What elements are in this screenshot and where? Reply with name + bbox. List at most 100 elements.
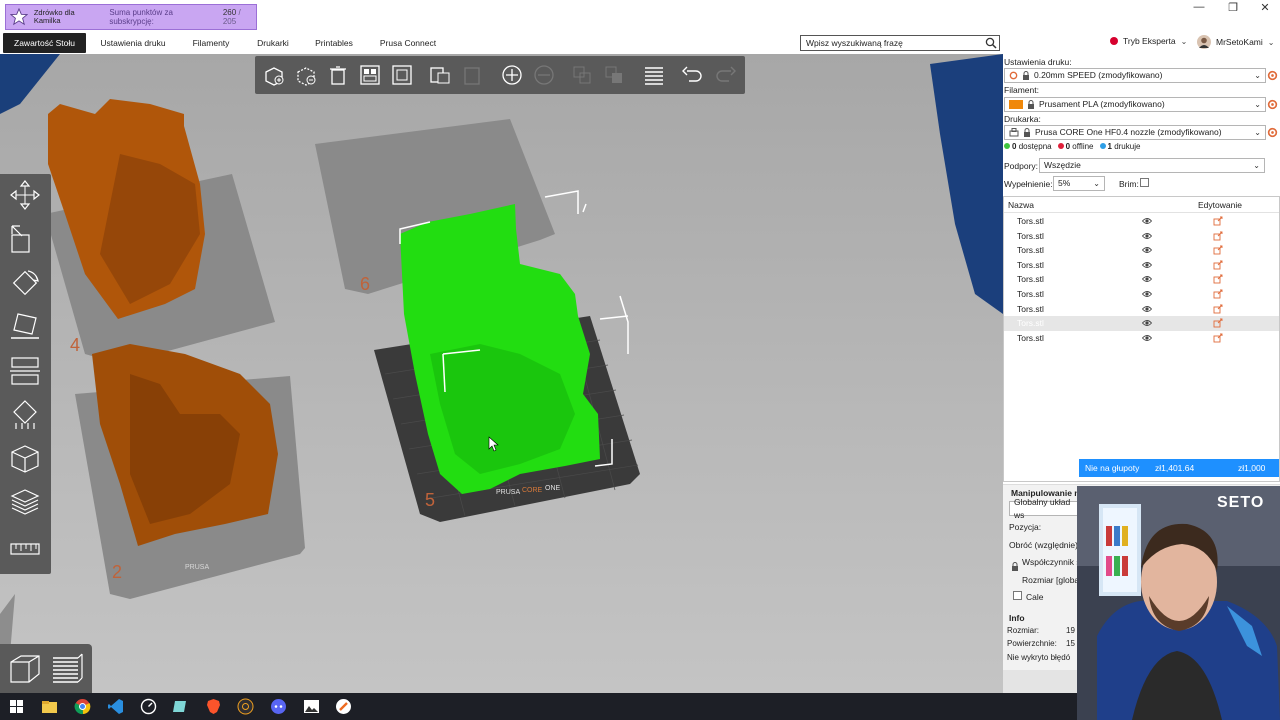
supports-combo[interactable]: Wszędzie ⌄ (1039, 158, 1265, 173)
search-icon[interactable] (985, 37, 997, 49)
place-on-face-icon[interactable] (8, 310, 42, 344)
object-row[interactable]: Tors.stl (1004, 214, 1279, 229)
settings-gear-icon[interactable] (1267, 127, 1278, 138)
edit-settings-icon[interactable] (1213, 216, 1223, 226)
printer-combo[interactable]: Prusa CORE One HF0.4 nozzle (zmodyfikowa… (1004, 125, 1266, 140)
edit-settings-icon[interactable] (1213, 245, 1223, 255)
prusaslicer-icon[interactable] (335, 698, 352, 715)
settings-gear-icon[interactable] (1267, 70, 1278, 81)
inches-checkbox[interactable] (1013, 591, 1022, 600)
visibility-eye-icon[interactable] (1142, 319, 1152, 327)
chevron-down-icon: ⌄ (1093, 179, 1100, 188)
delete-all-icon[interactable] (327, 64, 349, 86)
notes-icon[interactable] (172, 698, 189, 715)
3d-viewport[interactable]: 4 2 PRUSA 6 5 PRUSA CORE ONE (0, 54, 1003, 693)
paste-icon[interactable] (461, 64, 483, 86)
split-parts-icon[interactable] (603, 64, 625, 86)
undo-icon[interactable] (681, 64, 703, 86)
filament-combo[interactable]: Prusament PLA (zmodyfikowano) ⌄ (1004, 97, 1266, 112)
file-explorer-icon[interactable] (41, 698, 58, 715)
edit-settings-icon[interactable] (1213, 333, 1223, 343)
chrome-icon[interactable] (74, 698, 91, 715)
column-edit-header[interactable]: Edytowanie (1198, 200, 1242, 210)
object-row[interactable]: Tors.stl (1004, 258, 1279, 273)
copy-icon[interactable] (429, 64, 451, 86)
object-row[interactable]: Tors.stl (1004, 316, 1279, 331)
arrange-selection-icon[interactable] (391, 64, 413, 86)
view-switcher (0, 644, 92, 693)
object-row[interactable]: Tors.stl (1004, 287, 1279, 302)
search-input[interactable]: Wpisz wyszukiwaną frazę (800, 35, 1000, 51)
remove-instance-icon[interactable] (533, 64, 555, 86)
visibility-eye-icon[interactable] (1142, 217, 1152, 225)
lock-icon[interactable] (1011, 562, 1019, 571)
3d-view-icon[interactable] (8, 652, 42, 686)
tab-printables[interactable]: Printables (310, 33, 358, 53)
photos-icon[interactable] (303, 698, 320, 715)
edit-settings-icon[interactable] (1213, 318, 1223, 328)
measure-icon[interactable] (8, 532, 42, 566)
expert-mode-button[interactable]: Tryb Eksperta ⌄ (1110, 36, 1187, 46)
arrange-icon[interactable] (359, 64, 381, 86)
visibility-eye-icon[interactable] (1142, 305, 1152, 313)
plate-number-5: 5 (425, 490, 435, 510)
variable-layer-height-icon[interactable] (8, 486, 42, 520)
tab-filaments[interactable]: Filamenty (185, 33, 237, 53)
visibility-eye-icon[interactable] (1142, 232, 1152, 240)
visibility-eye-icon[interactable] (1142, 275, 1152, 283)
brave-icon[interactable] (205, 698, 222, 715)
move-icon[interactable] (8, 178, 42, 212)
brim-checkbox[interactable] (1140, 178, 1149, 187)
speedtest-icon[interactable] (140, 698, 157, 715)
edit-settings-icon[interactable] (1213, 289, 1223, 299)
close-icon[interactable]: ✕ (1248, 0, 1280, 14)
minimize-icon[interactable]: — (1182, 0, 1216, 14)
tab-plater[interactable]: Zawartość Stołu (3, 33, 86, 53)
seam-painting-icon[interactable] (8, 442, 42, 476)
paint-supports-icon[interactable] (8, 398, 42, 432)
edit-settings-icon[interactable] (1213, 304, 1223, 314)
windows-icon[interactable] (8, 698, 25, 715)
coordinate-system-combo[interactable]: Globalny układ ws (1009, 497, 1079, 520)
edit-settings-icon[interactable] (1213, 260, 1223, 270)
redo-icon[interactable] (715, 64, 737, 86)
object-row[interactable]: Tors.stl (1004, 229, 1279, 244)
status-printing: 1 drukuje (1099, 142, 1140, 151)
status-dot-icon (1099, 143, 1106, 149)
visibility-eye-icon[interactable] (1142, 246, 1152, 254)
edit-settings-icon[interactable] (1213, 231, 1223, 241)
print-settings-combo[interactable]: 0.20mm SPEED (zmodyfikowano) ⌄ (1004, 68, 1266, 83)
info-size-value: 19 (1066, 626, 1075, 635)
restore-icon[interactable]: ❐ (1216, 0, 1250, 14)
obs-icon[interactable] (237, 698, 254, 715)
visibility-eye-icon[interactable] (1142, 334, 1152, 342)
tab-print-settings[interactable]: Ustawienia druku (95, 33, 171, 53)
vscode-icon[interactable] (107, 698, 124, 715)
visibility-eye-icon[interactable] (1142, 290, 1152, 298)
split-objects-icon[interactable] (571, 64, 593, 86)
chat-icon[interactable] (270, 698, 287, 715)
plate-brand-5: PRUSA (496, 489, 520, 496)
settings-gear-icon[interactable] (1267, 99, 1278, 110)
delete-object-icon[interactable] (295, 64, 317, 86)
preview-view-icon[interactable] (50, 652, 84, 686)
printer-icon (1009, 128, 1019, 137)
infill-combo[interactable]: 5% ⌄ (1053, 176, 1105, 191)
add-instance-icon[interactable] (501, 64, 523, 86)
layers-editing-icon[interactable] (643, 64, 665, 86)
3d-scene[interactable]: 4 2 PRUSA 6 5 PRUSA CORE ONE (0, 54, 1003, 693)
scale-icon[interactable] (8, 222, 42, 256)
user-account-button[interactable]: MrSetoKami ⌄ (1197, 35, 1274, 49)
add-object-icon[interactable] (263, 64, 285, 86)
object-row[interactable]: Tors.stl (1004, 302, 1279, 317)
edit-settings-icon[interactable] (1213, 274, 1223, 284)
rotate-icon[interactable] (8, 266, 42, 300)
cut-icon[interactable] (8, 354, 42, 388)
object-row[interactable]: Tors.stl (1004, 243, 1279, 258)
column-name-header[interactable]: Nazwa (1008, 200, 1034, 210)
tab-prusa-connect[interactable]: Prusa Connect (375, 33, 441, 53)
object-row[interactable]: Tors.stl (1004, 272, 1279, 287)
visibility-eye-icon[interactable] (1142, 261, 1152, 269)
object-row[interactable]: Tors.stl (1004, 331, 1279, 346)
tab-printers[interactable]: Drukarki (250, 33, 296, 53)
